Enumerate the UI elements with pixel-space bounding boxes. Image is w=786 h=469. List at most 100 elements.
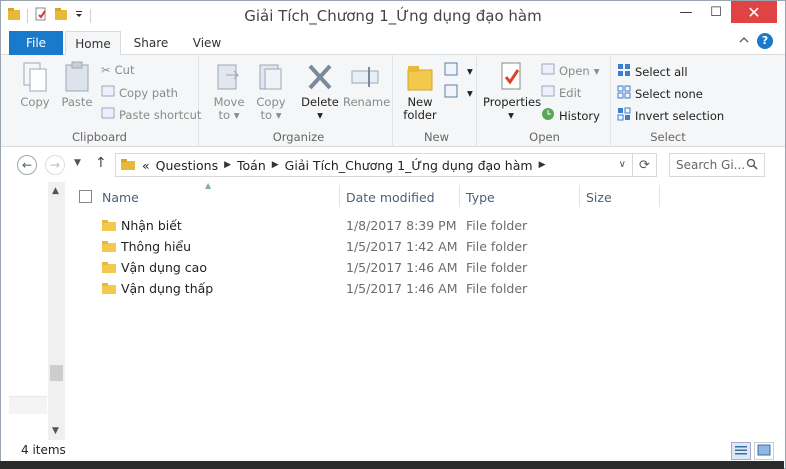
history-button[interactable]: History [541,107,600,124]
column-size[interactable]: Size [586,190,612,205]
collapse-ribbon-icon[interactable] [739,35,749,48]
paste-icon [65,61,89,92]
select-all-checkbox[interactable] [79,190,92,203]
explorer-window: Giải Tích_Chương 1_Ứng dụng đạo hàm — ☐ … [0,0,786,469]
chevron-right-icon[interactable]: ▶ [272,160,279,170]
close-button[interactable]: ✕ [731,1,777,23]
clipboard-label: Clipboard [72,130,127,144]
paste-button[interactable]: Paste [59,61,95,109]
copy-to-button[interactable]: Copy to ▾ [253,61,289,122]
cut-button[interactable]: ✂ Cut [101,63,134,77]
details-view-icon [734,444,748,459]
file-date: 1/5/2017 1:46 AM [346,260,458,275]
invert-selection-button[interactable]: Invert selection [617,107,724,124]
recent-locations-icon[interactable]: ▼ [74,158,81,168]
rename-button[interactable]: Rename [343,61,390,109]
scroll-thumb[interactable] [50,365,63,381]
select-label: Select [650,130,686,144]
file-type: File folder [466,239,528,254]
folder-icon [101,239,117,256]
open-label: Open [529,130,560,144]
minimize-button[interactable]: — [671,1,701,23]
window-title: Giải Tích_Chương 1_Ứng dụng đạo hàm [244,7,542,25]
refresh-button[interactable]: ⟳ [633,153,657,177]
tab-view[interactable]: View [181,31,233,55]
back-button[interactable]: ← [17,155,37,175]
new-item-icon [443,61,463,80]
status-bar: 4 items [1,440,785,462]
delete-button[interactable]: Delete ▾ [301,61,339,122]
tab-share[interactable]: Share [125,31,177,55]
chevron-down-icon[interactable]: ∨ [619,159,626,170]
address-bar[interactable]: « Questions ▶ Toán ▶ Giải Tích_Chương 1_Ứn… [115,153,633,177]
details-view-button[interactable] [731,442,751,460]
select-all-button[interactable]: Select all [617,63,688,80]
window-controls: — ☐ ✕ [671,1,777,23]
file-type: File folder [466,218,528,233]
column-date-modified[interactable]: Date modified [346,190,435,205]
sort-ascending-icon: ▲ [205,181,212,190]
breadcrumb-item[interactable]: Giải Tích_Chương 1_Ứng dụng đạo hàm [285,158,533,173]
copy-button[interactable]: Copy [17,61,53,109]
paste-shortcut-button[interactable]: Paste shortcut [101,107,201,122]
file-name: Vận dụng cao [121,260,207,275]
chevron-right-icon[interactable]: ▶ [224,160,231,170]
open-group: Properties ▾ Open ▾ Edit History Open [479,55,611,147]
open-button[interactable]: Open ▾ [541,63,600,78]
scissors-icon: ✂ [101,63,111,77]
easy-access-icon [443,83,463,102]
chevron-right-icon[interactable]: ▶ [539,160,546,170]
copy-path-button[interactable]: Copy path [101,85,178,100]
ribbon-tabs: File Home Share View ? [1,31,785,56]
maximize-button[interactable]: ☐ [701,1,731,23]
copy-icon [23,62,47,92]
file-name: Thông hiểu [121,239,192,254]
column-type[interactable]: Type [466,190,495,205]
large-icons-view-button[interactable] [754,442,774,460]
move-to-button[interactable]: Move to ▾ [211,61,247,122]
file-row[interactable]: Vận dụng thấp 1/5/2017 1:46 AM File fold… [66,278,785,299]
navigation-bar: ← → ▼ ↑ « Questions ▶ Toán ▶ Giải Tích_Chư… [1,148,785,182]
tab-home[interactable]: Home [65,31,121,56]
up-arrow-icon[interactable]: ↑ [95,155,107,171]
scroll-down-icon[interactable]: ▼ [52,426,59,436]
folder-icon [120,157,136,174]
properties-button[interactable]: Properties ▾ [483,61,541,122]
scroll-up-icon[interactable]: ▲ [52,186,59,196]
invert-selection-icon [617,107,631,124]
select-none-button[interactable]: Select none [617,85,703,102]
tab-file[interactable]: File [9,31,63,55]
nav-scrollbar[interactable]: ▲ ▼ [48,182,65,440]
help-icon[interactable]: ? [757,33,773,49]
folder-icon [101,218,117,235]
easy-access-button[interactable]: ▾ [443,83,473,102]
delete-icon [308,64,332,90]
open-icon [541,63,555,78]
folder-icon [101,281,117,298]
file-date: 1/8/2017 8:39 PM [346,218,457,233]
file-row[interactable]: Vận dụng cao 1/5/2017 1:46 AM File folde… [66,257,785,278]
refresh-icon: ⟳ [639,157,650,173]
breadcrumb-item[interactable]: Questions [156,158,218,173]
new-item-button[interactable]: ▾ [443,61,473,80]
history-icon [541,107,555,124]
breadcrumb-item[interactable]: Toán [237,158,266,173]
new-folder-button[interactable]: New folder [401,61,439,122]
rename-icon [351,67,379,87]
file-row[interactable]: Thông hiểu 1/5/2017 1:42 AM File folder [66,236,785,257]
search-input[interactable]: Search Gi... [669,153,765,177]
item-count: 4 items [21,443,66,457]
organize-group: Move to ▾ Copy to ▾ Delete ▾ Rename Organiz… [205,55,393,147]
folder-icon [101,260,117,277]
breadcrumb-overflow[interactable]: « [142,158,150,173]
new-group: New folder ▾ ▾ New [397,55,477,147]
forward-button[interactable]: → [45,155,65,175]
large-icons-view-icon [757,444,771,459]
content-area: ▲ ▼ ▲ Name Date modified Type Size Nhận … [1,181,785,440]
select-all-icon [617,63,631,80]
copy-path-icon [101,85,115,100]
column-name[interactable]: Name [102,190,139,205]
file-row[interactable]: Nhận biết 1/8/2017 8:39 PM File folder [66,215,785,236]
organize-label: Organize [272,130,325,144]
edit-button[interactable]: Edit [541,85,581,100]
